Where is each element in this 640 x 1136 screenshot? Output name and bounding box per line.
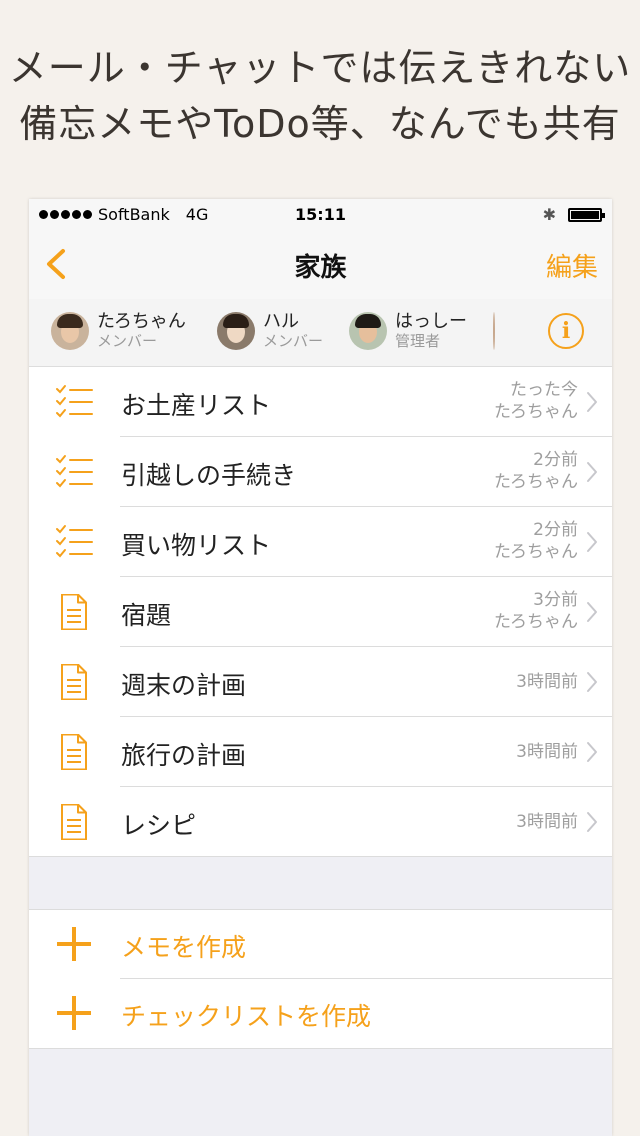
member-item-partial[interactable]	[493, 312, 503, 350]
member-role: メンバー	[263, 332, 324, 350]
member-item[interactable]: はっしー 管理者	[349, 312, 467, 350]
chevron-right-icon	[586, 671, 598, 693]
member-name: はっしー	[395, 311, 467, 332]
bluetooth-icon: ✱	[542, 205, 556, 224]
avatar	[51, 312, 89, 350]
list-item-title: 買い物リスト	[121, 531, 272, 560]
avatar	[217, 312, 255, 350]
promo-text: メール・チャットでは伝えきれない 備忘メモやToDo等、なんでも共有	[0, 40, 640, 152]
list-item[interactable]: 旅行の計画 3時間前	[29, 717, 612, 787]
edit-button[interactable]: 編集	[546, 247, 598, 284]
member-item[interactable]: ハル メンバー	[217, 312, 323, 350]
list-item-title: お土産リスト	[121, 391, 272, 420]
list-item[interactable]: 宿題 3分前 たろちゃん	[29, 577, 612, 647]
list-item-author: たろちゃん	[494, 612, 578, 632]
status-bar: SoftBank 4G 15:11 ✱	[29, 199, 612, 229]
list-item-meta: 3時間前	[516, 741, 578, 763]
status-time: 15:11	[295, 205, 346, 224]
chevron-right-icon	[586, 391, 598, 413]
list-item-meta: たった今 たろちゃん	[494, 379, 578, 423]
row-divider	[29, 856, 612, 857]
chevron-right-icon	[586, 531, 598, 553]
memo-icon	[54, 803, 94, 841]
list-item-time: 2分前	[533, 520, 578, 540]
memo-icon	[54, 593, 94, 631]
list-item-title: 週末の計画	[121, 671, 247, 700]
member-role: 管理者	[395, 332, 441, 350]
list-item-meta: 3時間前	[516, 671, 578, 693]
checklist-icon	[54, 524, 94, 560]
list-item[interactable]: 買い物リスト 2分前 たろちゃん	[29, 507, 612, 577]
chevron-right-icon	[586, 741, 598, 763]
list-item[interactable]: お土産リスト たった今 たろちゃん	[29, 367, 612, 437]
list-item-time: 3時間前	[516, 672, 578, 692]
navigation-bar: 家族 編集	[29, 229, 612, 299]
list-item-title: 宿題	[121, 601, 172, 630]
plus-icon	[57, 996, 91, 1030]
list-item-title: 旅行の計画	[121, 741, 247, 770]
chevron-right-icon	[586, 461, 598, 483]
phone-screen: SoftBank 4G 15:11 ✱ 家族 編集 たろちゃん メンバー ハル …	[29, 199, 612, 1136]
member-item[interactable]: たろちゃん メンバー	[51, 312, 186, 350]
member-name: ハル	[263, 311, 299, 332]
list-item-author: たろちゃん	[494, 402, 578, 422]
checklist-icon	[54, 454, 94, 490]
list-item-time: 3時間前	[516, 812, 578, 832]
chevron-right-icon	[586, 601, 598, 623]
promo-line-2: 備忘メモやToDo等、なんでも共有	[19, 102, 621, 146]
list-item-author: たろちゃん	[494, 542, 578, 562]
note-list: お土産リスト たった今 たろちゃん 引越しの手続き 2分前 たろちゃん 買い物リスト 2分前た…	[29, 367, 612, 857]
list-item-meta: 2分前 たろちゃん	[494, 449, 578, 493]
list-item[interactable]: 引越しの手続き 2分前 たろちゃん	[29, 437, 612, 507]
create-memo-button[interactable]: メモを作成	[29, 910, 612, 979]
list-item-title: レシピ	[121, 811, 197, 840]
list-item-time: 2分前	[533, 450, 578, 470]
create-checklist-label: チェックリストを作成	[121, 1002, 372, 1031]
create-memo-label: メモを作成	[121, 933, 247, 962]
chevron-right-icon	[586, 811, 598, 833]
promo-line-1: メール・チャットでは伝えきれない	[8, 46, 632, 90]
member-name: たろちゃん	[97, 311, 186, 332]
avatar	[349, 312, 387, 350]
list-item-time: たった今	[510, 380, 578, 400]
list-item-title: 引越しの手続き	[121, 461, 297, 490]
battery-icon	[568, 207, 605, 222]
checklist-icon	[54, 384, 94, 420]
page-title: 家族	[294, 253, 347, 283]
list-item-meta: 2分前 たろちゃん	[494, 519, 578, 563]
plus-icon	[57, 927, 91, 961]
memo-icon	[54, 733, 94, 771]
list-item-time: 3分前	[533, 590, 578, 610]
list-item-author: たろちゃん	[494, 472, 578, 492]
avatar	[493, 312, 495, 350]
list-item-meta: 3分前 たろちゃん	[494, 589, 578, 633]
list-item-meta: 3時間前	[516, 811, 578, 833]
list-item[interactable]: レシピ 3時間前	[29, 787, 612, 857]
action-list: メモを作成 チェックリストを作成	[29, 909, 612, 1049]
member-role: メンバー	[97, 332, 158, 350]
info-button[interactable]: i	[548, 313, 584, 349]
list-item[interactable]: 週末の計画 3時間前	[29, 647, 612, 717]
create-checklist-button[interactable]: チェックリストを作成	[29, 979, 612, 1048]
list-item-time: 3時間前	[516, 742, 578, 762]
memo-icon	[54, 663, 94, 701]
member-bar[interactable]: たろちゃん メンバー ハル メンバー はっしー 管理者	[29, 299, 612, 367]
